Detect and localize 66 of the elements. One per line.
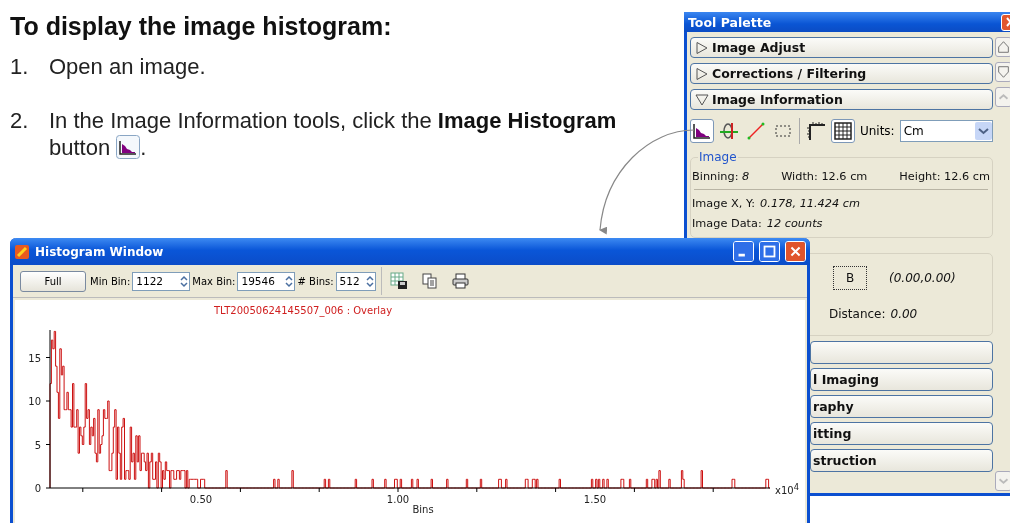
y-tick-label: 15 (28, 352, 41, 364)
field-label: Min Bin: (90, 275, 131, 287)
coordinates-value: 0.178, 11.424 cm (760, 196, 860, 210)
palette-title: Tool Palette (688, 14, 772, 30)
histogram-tool-button[interactable] (690, 119, 714, 143)
section-header[interactable]: raphy (810, 395, 993, 418)
y-tick-label: 0 (34, 483, 41, 494)
spinner-arrows-icon[interactable] (364, 273, 375, 289)
section-heading: To display the image histogram: (10, 12, 392, 41)
x-tick-label: 1.00 (386, 494, 410, 505)
section-header[interactable]: itting (810, 422, 993, 445)
section-header[interactable]: Corrections / Filtering (690, 63, 993, 84)
minimize-icon[interactable] (733, 241, 754, 262)
y-tick-label: 5 (34, 439, 41, 451)
section-header[interactable]: Image Adjust (690, 37, 993, 58)
axis-multiplier: x10$^{4}$ (775, 482, 799, 497)
move-down-icon[interactable] (995, 62, 1010, 82)
x-tick-label: 1.50 (583, 494, 607, 505)
grid-button[interactable] (830, 119, 855, 143)
ruler-icon (804, 120, 827, 142)
marker-box: B (833, 266, 867, 290)
units-label: Units: (859, 124, 895, 138)
binning-value: 8 (742, 169, 750, 183)
section-header[interactable]: Image Information (690, 89, 993, 110)
binning-label: Binning: (692, 169, 739, 183)
save-table-icon[interactable] (389, 272, 408, 290)
step-number: 1. (10, 53, 30, 80)
spin-field[interactable]: 512 (335, 271, 376, 291)
coordinates-label: Image X, Y: (692, 196, 756, 210)
spin-field[interactable]: 1122 (132, 271, 191, 291)
distance-value: 0.00 (890, 307, 918, 321)
spin-field[interactable]: 19546 (237, 271, 296, 291)
section-header[interactable] (810, 341, 993, 364)
image-data-value: 12 counts (766, 216, 823, 230)
grid-icon (831, 120, 854, 142)
copy-icon[interactable] (421, 273, 438, 289)
close-icon[interactable] (785, 241, 806, 262)
app-icon (14, 243, 30, 260)
move-up-icon[interactable] (995, 37, 1010, 57)
plot-title: TLT20050624145507_006 : Overlay (213, 305, 393, 316)
width-text: Width: 12.6 cm (781, 169, 868, 183)
caliper-tool-icon (718, 120, 740, 142)
full-button[interactable]: Full (20, 270, 86, 292)
line-tool-icon (745, 120, 767, 142)
step-text: Open an image. (49, 53, 206, 80)
section-header[interactable]: struction (810, 449, 993, 472)
y-tick-label: 10 (28, 396, 41, 407)
histogram-button-icon (116, 135, 141, 159)
step-number: 2. (10, 107, 30, 135)
group-title: Image (698, 150, 738, 164)
section-header[interactable]: l Imaging (810, 368, 993, 391)
maximize-icon[interactable] (759, 241, 780, 262)
spinner-arrows-icon[interactable] (284, 273, 295, 289)
step-text: In the Image Information tools, click the Image Histogram button . (49, 107, 618, 161)
spinner-arrows-icon[interactable] (179, 273, 190, 289)
distance-label: Distance: (829, 307, 886, 321)
field-label: Max Bin: (192, 275, 236, 287)
units-dropdown[interactable]: Cm (899, 120, 993, 142)
height-text: Height: 12.6 cm (899, 169, 990, 183)
x-tick-label: 0.50 (189, 494, 213, 505)
print-icon[interactable] (451, 273, 469, 289)
field-label: # Bins: (297, 275, 334, 287)
marker-coordinates: (0.00,0.00) (889, 271, 956, 285)
image-data-label: Image Data: (692, 216, 762, 230)
window-title: Histogram Window (35, 244, 165, 259)
axis-label: Bins (412, 504, 434, 515)
